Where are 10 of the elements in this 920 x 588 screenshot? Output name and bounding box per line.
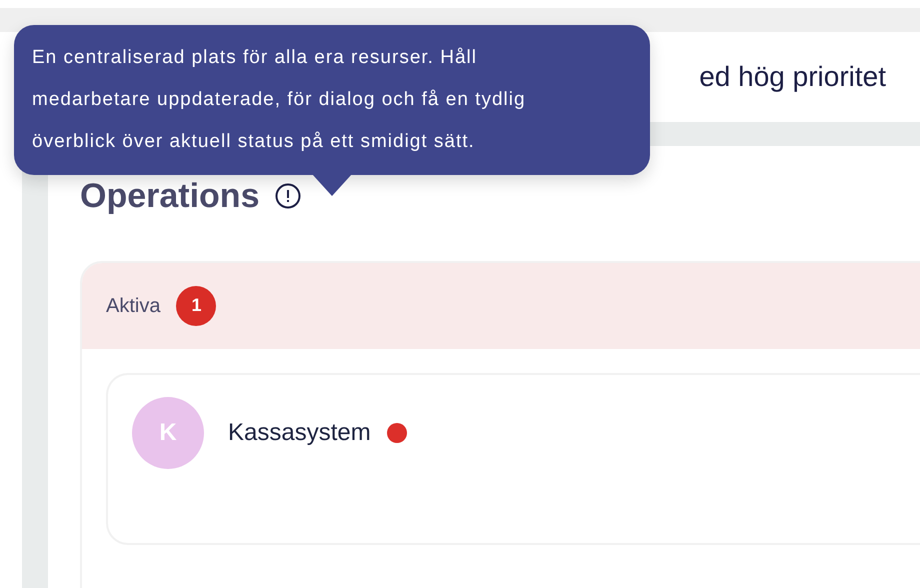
count-badge: 1 [176, 286, 216, 326]
tooltip-pointer [312, 174, 352, 196]
resource-name: Kassasystem [228, 418, 371, 448]
page-heading: Operations [80, 176, 260, 217]
section-label: Aktiva [106, 294, 160, 319]
info-icon[interactable] [275, 183, 302, 210]
card-title: ed hög prioritet [699, 60, 886, 94]
tooltip: En centraliserad plats för alla era resurser. Håll medarbetare uppdaterade, för dialog och få en tydlig överblick över aktuell status på ett smidigt sätt. [14, 25, 650, 175]
resource-card[interactable]: K Kassasystem [106, 372, 920, 545]
avatar: K [132, 396, 204, 469]
